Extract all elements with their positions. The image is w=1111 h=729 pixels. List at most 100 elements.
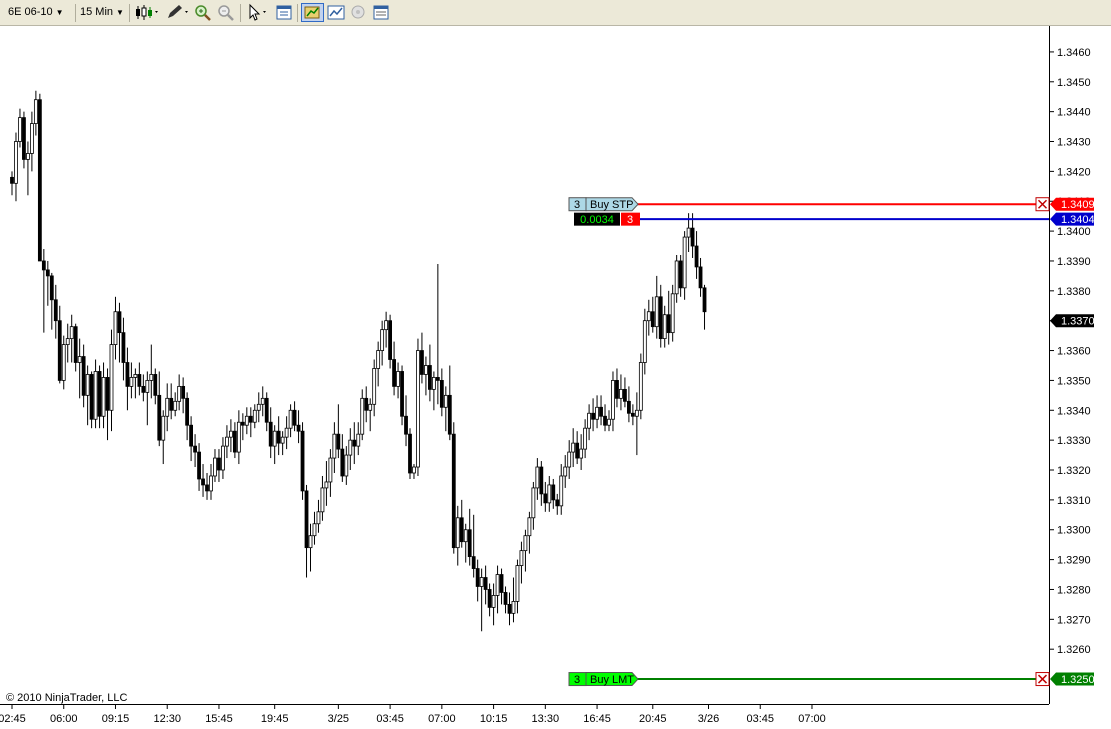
buy-limit-order-tag[interactable]: 3 Buy LMT xyxy=(568,672,639,687)
candle-body xyxy=(320,487,325,513)
cancel-order-button[interactable] xyxy=(1035,197,1050,212)
candle-body xyxy=(169,397,174,411)
candle-body xyxy=(348,439,353,456)
instrument-selector[interactable]: 6E 06-10 ▼ xyxy=(8,2,64,23)
stop-price-label: 1.3409 xyxy=(1061,199,1095,211)
candle-body xyxy=(49,275,54,301)
candle-body xyxy=(372,368,377,405)
candle-body xyxy=(547,484,552,504)
candle-body xyxy=(595,406,599,420)
candle-body xyxy=(260,397,265,405)
candle-body xyxy=(41,260,46,271)
candle-body xyxy=(101,377,106,417)
candle-body xyxy=(177,385,182,402)
price-tick-label: 1.3420 xyxy=(1057,166,1091,178)
candle-body xyxy=(197,451,201,480)
drawing-tool-button[interactable] xyxy=(164,3,190,22)
time-tick-label: 3/25 xyxy=(328,713,349,725)
order-qty: 3 xyxy=(574,199,580,211)
price-tick-label: 1.3290 xyxy=(1057,555,1091,567)
cancel-order-button[interactable] xyxy=(1035,672,1050,687)
candle-body xyxy=(412,466,416,474)
chart-trader-button[interactable] xyxy=(301,3,324,22)
candle-body xyxy=(193,445,197,453)
candle-body xyxy=(666,314,671,334)
candle-body xyxy=(650,311,655,328)
candle-body xyxy=(571,442,576,453)
candle-body xyxy=(607,418,611,426)
interval-selector[interactable]: 15 Min ▼ xyxy=(80,2,124,23)
candle-body xyxy=(29,123,34,154)
candle-body xyxy=(507,603,512,614)
candle-body xyxy=(439,380,444,408)
candle-body xyxy=(555,499,560,507)
candle-body xyxy=(515,565,520,602)
buy-stop-order-tag[interactable]: 3 Buy STP xyxy=(568,197,639,212)
candle-body xyxy=(531,487,536,519)
candle-body xyxy=(642,320,647,363)
chart-style-button[interactable] xyxy=(134,3,160,22)
position-tag[interactable]: 0.0034 3 xyxy=(574,212,640,227)
candle-body xyxy=(658,296,663,340)
candle-body xyxy=(435,377,440,381)
candle-body xyxy=(479,577,484,587)
position-price-marker: 1.3404 xyxy=(1050,212,1095,226)
candle-body xyxy=(431,377,436,390)
time-tick-label: 07:00 xyxy=(798,713,826,725)
time-tick-label: 09:15 xyxy=(102,713,130,725)
candle-body xyxy=(702,287,707,313)
candle-body xyxy=(694,245,699,268)
candle-body xyxy=(587,412,591,429)
zoom-in-button[interactable] xyxy=(193,3,213,22)
candle-body xyxy=(392,359,396,387)
zoom-out-button[interactable] xyxy=(216,3,236,22)
candle-body xyxy=(463,529,468,543)
candle-body xyxy=(93,371,98,420)
candle-body xyxy=(252,409,257,423)
toolbar-divider xyxy=(240,4,241,22)
candle-body xyxy=(153,374,158,396)
price-tick-label: 1.3440 xyxy=(1057,107,1091,119)
candle-body xyxy=(511,601,516,614)
price-tick-label: 1.3430 xyxy=(1057,137,1091,149)
candle-body xyxy=(109,344,114,411)
candle-body xyxy=(10,176,14,184)
indicators-button[interactable] xyxy=(326,3,346,22)
candle-body xyxy=(638,362,643,411)
candle-body xyxy=(157,394,162,441)
properties-button[interactable] xyxy=(274,3,294,22)
candle-body xyxy=(22,117,26,160)
time-tick-label: 06:00 xyxy=(50,713,78,725)
candle-body xyxy=(244,415,249,426)
candle-body xyxy=(33,99,38,124)
candle-body xyxy=(14,141,18,184)
cursor-button[interactable] xyxy=(245,3,271,22)
properties-icon xyxy=(276,5,292,20)
candle-body xyxy=(228,430,233,438)
time-tick-label: 15:45 xyxy=(205,713,233,725)
price-tick-label: 1.3360 xyxy=(1057,346,1091,358)
candle-body xyxy=(181,385,186,399)
price-chart[interactable]: 1.34601.34501.34401.34301.34201.34101.34… xyxy=(0,26,1111,729)
candle-body xyxy=(73,326,78,363)
price-tick-label: 1.3380 xyxy=(1057,286,1091,298)
candle-body xyxy=(264,397,269,423)
candle-body xyxy=(18,117,22,142)
candle-body xyxy=(173,400,178,411)
instrument-label: 6E 06-10 xyxy=(8,6,53,18)
position-price-label: 1.3404 xyxy=(1061,214,1095,226)
chart-toolbar: 6E 06-10 ▼ 15 Min ▼ xyxy=(0,0,1111,26)
candle-body xyxy=(527,517,532,537)
candle-body xyxy=(416,350,420,468)
candle-body xyxy=(627,400,631,414)
candle-body xyxy=(503,592,508,605)
order-label: Buy STP xyxy=(590,199,633,211)
candle-body xyxy=(455,517,460,549)
candle-body xyxy=(682,236,687,289)
candle-body xyxy=(559,475,564,507)
data-box-button[interactable] xyxy=(371,3,391,22)
candle-body xyxy=(149,374,154,381)
strategies-button[interactable] xyxy=(348,3,368,22)
candle-body xyxy=(65,338,70,345)
interval-label: 15 Min xyxy=(80,6,114,18)
